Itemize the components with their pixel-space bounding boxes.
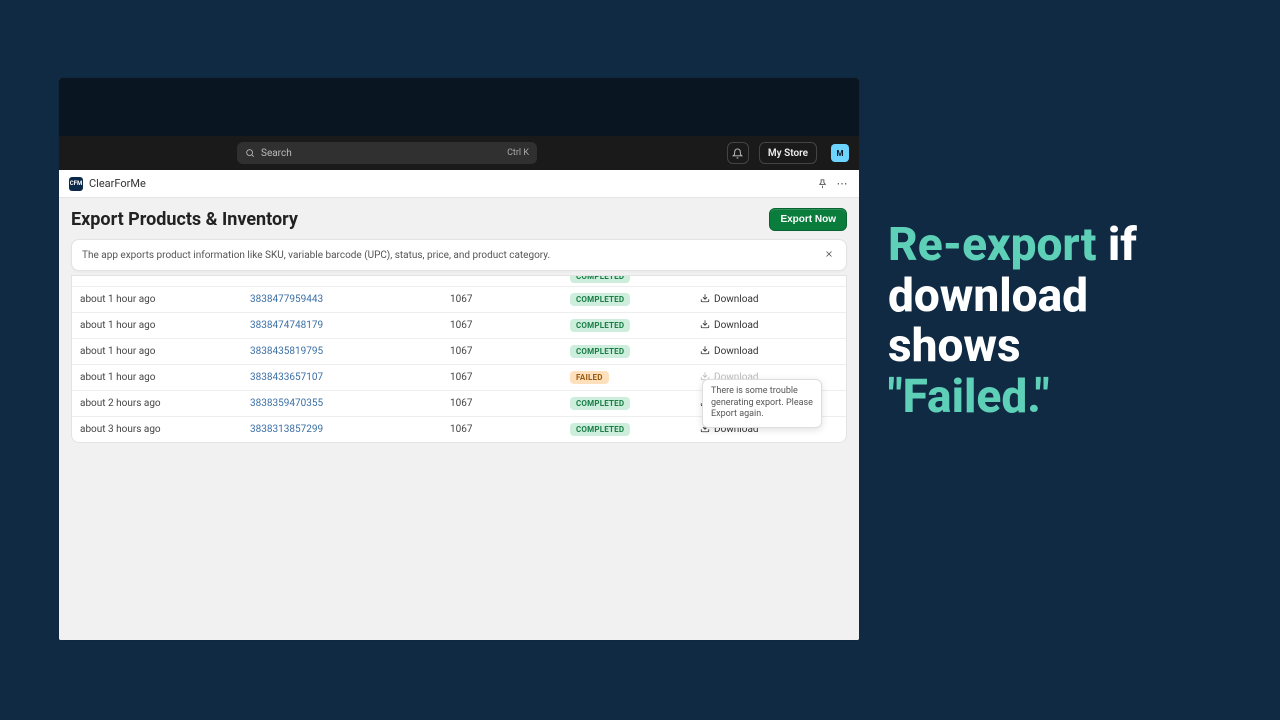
row-id-link[interactable]: 3838359470355 (250, 398, 450, 409)
close-icon (824, 249, 834, 259)
row-time: about 1 hour ago (80, 372, 250, 383)
row-count: 1067 (450, 294, 570, 305)
failed-tooltip: There is some trouble generating export.… (702, 379, 822, 428)
status-badge: COMPLETED (570, 293, 630, 306)
status-badge: COMPLETED (570, 397, 630, 410)
download-button[interactable]: Download (700, 319, 838, 332)
download-label: Download (714, 320, 759, 331)
more-icon[interactable]: ⋯ (835, 177, 849, 191)
export-now-button[interactable]: Export Now (769, 208, 847, 231)
row-count: 1067 (450, 320, 570, 331)
callout-line-1b: if (1096, 218, 1136, 272)
pin-icon[interactable] (815, 177, 829, 191)
banner-text: The app exports product information like… (82, 250, 550, 261)
callout-text: Re-export if download shows "Failed." (888, 220, 1248, 422)
table-row: about 1 hour ago38384358197951067COMPLET… (72, 338, 846, 364)
callout-line-2: download (888, 269, 1088, 323)
status-badge: COMPLETED (570, 345, 630, 358)
table-row: about 1 hour ago38384779594431067COMPLET… (72, 286, 846, 312)
callout-accent-1: Re-export (888, 218, 1096, 272)
store-label: My Store (768, 148, 808, 159)
app-name: ClearForMe (89, 177, 146, 190)
row-count: 1067 (450, 346, 570, 357)
row-time: about 1 hour ago (80, 294, 250, 305)
title-row: Export Products & Inventory Export Now (71, 208, 847, 231)
download-button[interactable]: Download (700, 293, 838, 306)
status-badge: COMPLETED (570, 423, 630, 436)
info-banner: The app exports product information like… (71, 239, 847, 271)
callout-line-3: shows (888, 319, 1021, 373)
tooltip-text: There is some trouble generating export.… (711, 386, 813, 419)
row-id-link[interactable]: 3838435819795 (250, 346, 450, 357)
download-label: Download (714, 346, 759, 357)
search-input[interactable]: Search Ctrl K (237, 142, 537, 164)
download-icon (700, 345, 710, 358)
status-badge: FAILED (570, 371, 609, 384)
table-row: COMPLETED (72, 276, 846, 286)
status-badge: COMPLETED (570, 319, 630, 332)
app-subheader: CFM ClearForMe ⋯ (59, 170, 859, 198)
download-icon (700, 319, 710, 332)
download-label: Download (714, 294, 759, 305)
store-selector[interactable]: My Store (759, 142, 817, 164)
row-id-link[interactable]: 3838477959443 (250, 294, 450, 305)
exports-table: COMPLETED about 1 hour ago38384779594431… (71, 275, 847, 443)
app-logo: CFM (69, 177, 83, 191)
app-header: Search Ctrl K My Store M (59, 136, 859, 170)
bell-icon (732, 148, 743, 159)
titlebar-dark-band (59, 78, 859, 136)
search-placeholder: Search (261, 148, 292, 159)
row-count: 1067 (450, 398, 570, 409)
banner-close-button[interactable] (822, 248, 836, 262)
table-row: about 1 hour ago38384747481791067COMPLET… (72, 312, 846, 338)
notifications-button[interactable] (727, 142, 749, 164)
row-count: 1067 (450, 424, 570, 435)
status-badge: COMPLETED (570, 276, 630, 283)
row-time: about 1 hour ago (80, 346, 250, 357)
avatar[interactable]: M (831, 144, 849, 162)
search-shortcut: Ctrl K (507, 148, 529, 158)
row-id-link[interactable]: 3838474748179 (250, 320, 450, 331)
row-time: about 2 hours ago (80, 398, 250, 409)
row-time: about 3 hours ago (80, 424, 250, 435)
avatar-initials: M (836, 149, 843, 158)
row-time: about 1 hour ago (80, 320, 250, 331)
app-logo-text: CFM (70, 180, 82, 187)
row-id-link[interactable]: 3838433657107 (250, 372, 450, 383)
row-id-link[interactable]: 3838313857299 (250, 424, 450, 435)
callout-accent-2: "Failed." (888, 370, 1050, 424)
search-icon (245, 148, 255, 158)
download-icon (700, 293, 710, 306)
row-count: 1067 (450, 372, 570, 383)
download-button[interactable]: Download (700, 345, 838, 358)
app-frame: Search Ctrl K My Store M CFM ClearForMe … (59, 78, 859, 640)
page-title: Export Products & Inventory (71, 209, 769, 230)
page-content: Export Products & Inventory Export Now T… (59, 198, 859, 640)
